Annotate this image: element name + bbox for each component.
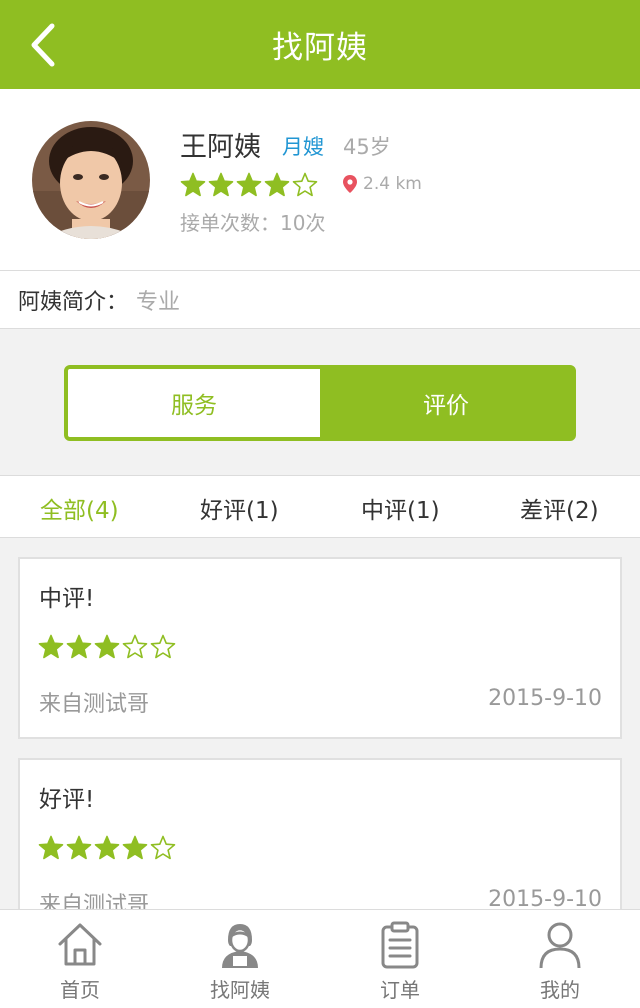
tab-orders[interactable]: 订单 <box>320 910 480 1008</box>
segment-control: 服务 评价 <box>64 365 576 441</box>
nanny-name: 王阿姨 <box>180 132 261 163</box>
review-text: 中评! <box>39 586 95 612</box>
star-filled-icon <box>66 835 92 860</box>
star-filled-icon <box>264 172 290 197</box>
review-author: 来自测试哥 <box>39 692 150 717</box>
star-filled-icon <box>38 835 64 860</box>
filter-bad[interactable]: 差评(2) <box>520 491 599 525</box>
distance-text: 2.4 km <box>363 174 422 194</box>
tab-orders-label: 订单 <box>380 978 420 1002</box>
review-rating <box>38 835 176 861</box>
distance: 2.4 km <box>343 174 422 194</box>
intro-row: 阿姨简介： 专业 <box>0 271 640 329</box>
filter-neutral[interactable]: 中评(1) <box>361 491 440 525</box>
star-filled-icon <box>122 835 148 860</box>
review-filter-bar: 全部(4) 好评(1) 中评(1) 差评(2) <box>0 475 640 538</box>
nanny-icon <box>222 924 258 968</box>
tab-home-label: 首页 <box>60 978 100 1002</box>
nanny-age: 45岁 <box>343 135 391 159</box>
star-empty-icon <box>292 172 318 197</box>
back-button[interactable] <box>26 22 66 68</box>
filter-good[interactable]: 好评(1) <box>200 491 279 525</box>
intro-value: 专业 <box>136 289 181 315</box>
tab-find-nanny-label: 找阿姨 <box>210 978 270 1002</box>
nanny-role: 月嫂 <box>282 135 324 159</box>
filter-all[interactable]: 全部(4) <box>40 491 119 525</box>
location-pin-icon <box>343 175 357 193</box>
star-filled-icon <box>180 172 206 197</box>
tab-home[interactable]: 首页 <box>0 910 160 1008</box>
header-bar: 找阿姨 <box>0 0 640 89</box>
star-filled-icon <box>236 172 262 197</box>
user-icon <box>539 922 581 969</box>
profile-rating <box>180 172 318 198</box>
star-filled-icon <box>208 172 234 197</box>
review-text: 好评! <box>39 787 95 813</box>
star-filled-icon <box>66 634 92 659</box>
tab-mine-label: 我的 <box>540 978 580 1002</box>
home-icon <box>58 923 102 966</box>
review-date: 2015-9-10 <box>488 686 602 711</box>
page: 找阿姨 王阿姨 月嫂 45岁 2.4 km 接单次数：10次 阿姨简介： 专业 … <box>0 0 640 1008</box>
star-empty-icon <box>150 634 176 659</box>
profile-card: 王阿姨 月嫂 45岁 2.4 km 接单次数：10次 <box>0 89 640 271</box>
review-card[interactable]: 中评! 来自测试哥 2015-9-10 <box>18 557 622 739</box>
order-count: 接单次数：10次 <box>180 211 326 235</box>
clipboard-icon <box>381 921 419 969</box>
chevron-left-icon <box>31 23 55 67</box>
tab-mine[interactable]: 我的 <box>480 910 640 1008</box>
star-empty-icon <box>122 634 148 659</box>
page-title: 找阿姨 <box>272 30 368 66</box>
bottom-tab-bar: 首页 找阿姨 订单 我的 <box>0 909 640 1008</box>
star-filled-icon <box>38 634 64 659</box>
tab-review[interactable]: 评价 <box>320 369 572 437</box>
tab-service[interactable]: 服务 <box>68 369 320 437</box>
intro-label: 阿姨简介： <box>18 289 129 315</box>
star-empty-icon <box>150 835 176 860</box>
avatar <box>32 121 150 239</box>
star-filled-icon <box>94 835 120 860</box>
tab-find-nanny[interactable]: 找阿姨 <box>160 910 320 1008</box>
review-rating <box>38 634 176 660</box>
star-filled-icon <box>94 634 120 659</box>
